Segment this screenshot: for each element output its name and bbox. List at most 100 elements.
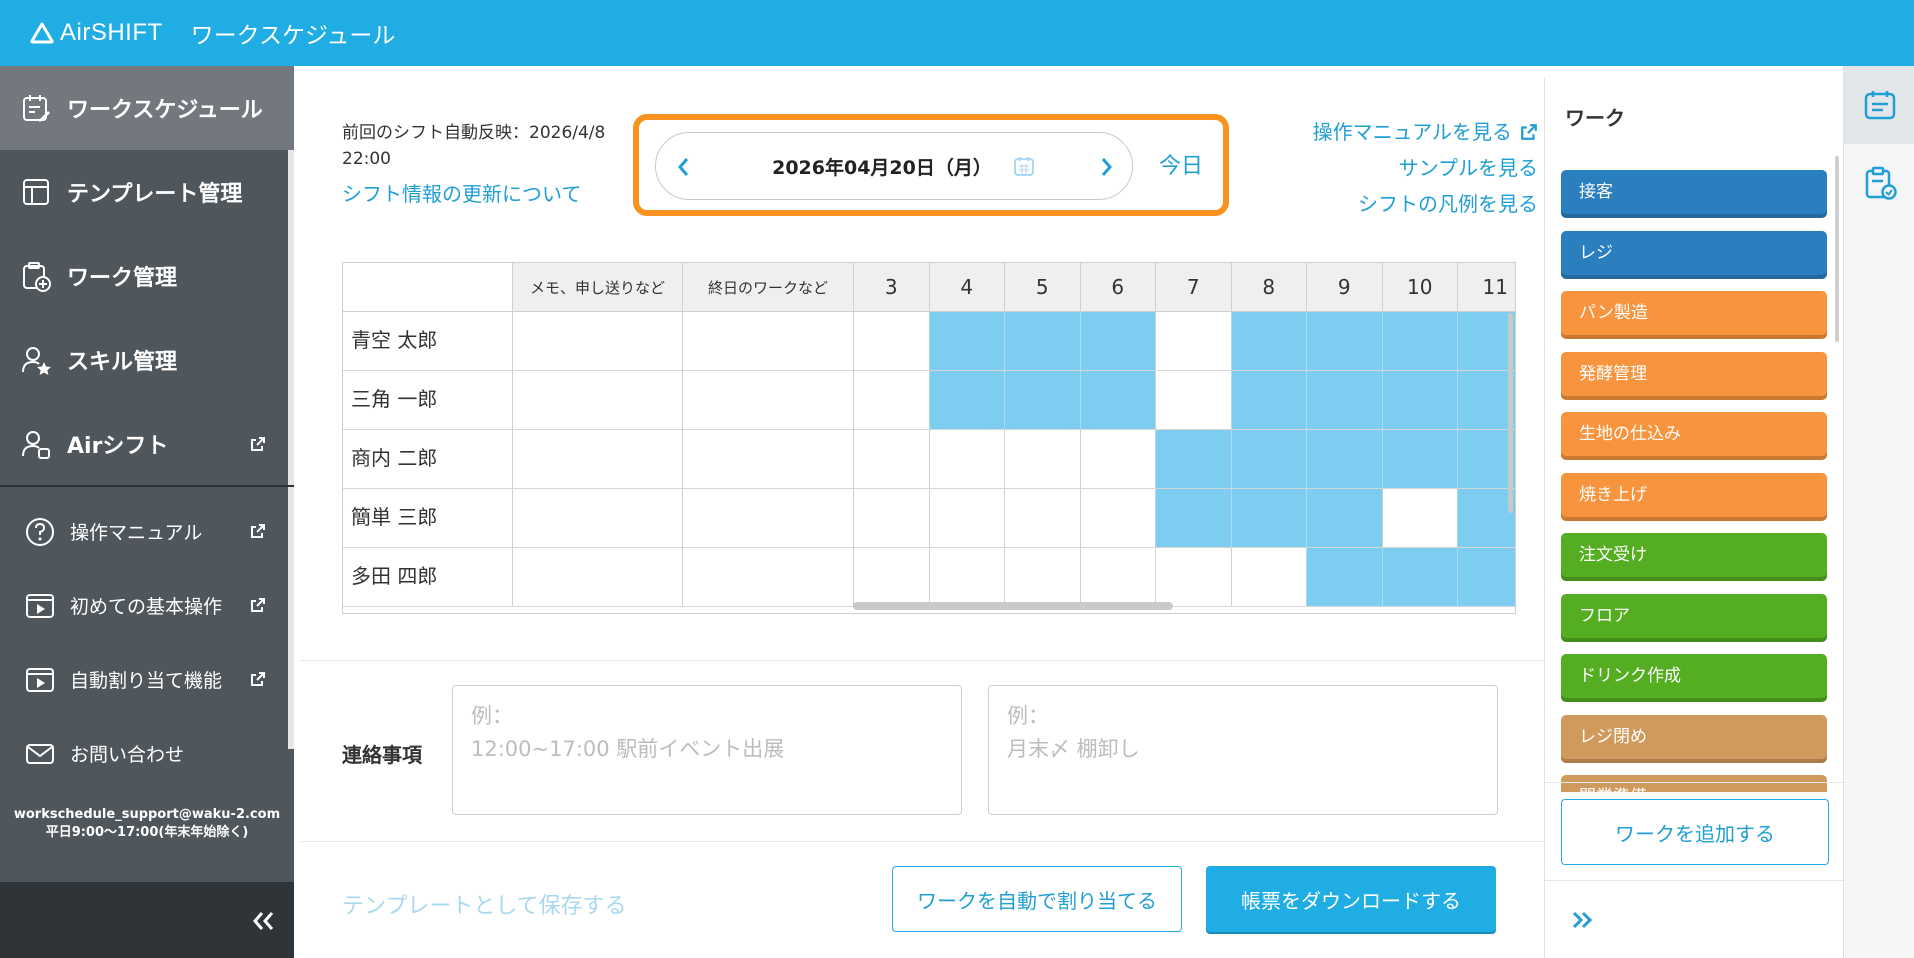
shift-cell-filled[interactable]	[1230, 371, 1306, 429]
legend-link-row[interactable]: シフトの凡例を見る	[1313, 186, 1538, 222]
work-chip[interactable]: 注文受け	[1561, 533, 1827, 581]
work-list-scrollbar[interactable]	[1835, 156, 1839, 342]
shift-cell-filled[interactable]	[1457, 548, 1515, 606]
shift-cell-empty[interactable]	[853, 430, 929, 488]
shift-cell-filled[interactable]	[1306, 548, 1382, 606]
today-button[interactable]: 今日	[1159, 148, 1203, 180]
shift-cell-filled[interactable]	[1381, 371, 1457, 429]
shift-cell-filled[interactable]	[1306, 371, 1382, 429]
work-chip[interactable]: レジ	[1561, 230, 1827, 279]
shift-cell-empty[interactable]	[1004, 548, 1080, 606]
shift-cell-filled[interactable]	[1230, 489, 1306, 547]
add-work-button[interactable]: ワークを追加する	[1561, 799, 1829, 865]
shift-cell-filled[interactable]	[1381, 430, 1457, 488]
shift-cell-empty[interactable]	[1079, 489, 1155, 547]
shift-cell-empty[interactable]	[1004, 430, 1080, 488]
auto-assign-button[interactable]: ワークを自動で割り当てる	[892, 866, 1182, 932]
manual-link[interactable]: 操作マニュアルを見る	[1313, 114, 1512, 150]
shift-cell-empty[interactable]	[1079, 548, 1155, 606]
work-chip[interactable]: 開業準備	[1561, 775, 1827, 792]
calendar-icon[interactable]	[1013, 155, 1035, 177]
shift-cell-empty[interactable]	[853, 371, 929, 429]
shift-cell-filled[interactable]	[1306, 489, 1382, 547]
shift-cell-empty[interactable]	[1155, 371, 1231, 429]
shift-cell-filled[interactable]	[928, 312, 1004, 370]
work-chip[interactable]: 発酵管理	[1561, 351, 1827, 400]
nav-item-skill-management[interactable]: スキル管理	[0, 318, 294, 402]
work-chip[interactable]: 生地の仕込み	[1561, 412, 1827, 460]
shift-cell-empty[interactable]	[1079, 430, 1155, 488]
shift-cell-filled[interactable]	[1155, 489, 1231, 547]
shift-cell-filled[interactable]	[1306, 312, 1382, 370]
memo-cell[interactable]	[512, 430, 682, 488]
memo-cell[interactable]	[512, 548, 682, 606]
shift-cell-empty[interactable]	[1155, 548, 1231, 606]
chevron-right-icon[interactable]	[1096, 155, 1116, 179]
memo-cell[interactable]	[512, 312, 682, 370]
expand-panel-icon[interactable]	[1567, 905, 1597, 935]
work-chip[interactable]: ドリンク作成	[1561, 654, 1827, 702]
collapse-sidebar-icon[interactable]	[248, 906, 278, 936]
shift-cell-filled[interactable]	[928, 371, 1004, 429]
shift-cell-filled[interactable]	[1230, 312, 1306, 370]
sub-item-contact[interactable]: お問い合わせ	[0, 716, 294, 790]
shift-cell-empty[interactable]	[1381, 489, 1457, 547]
save-as-template-button[interactable]: テンプレートとして保存する	[342, 888, 627, 920]
rail-checklist-button[interactable]	[1844, 144, 1914, 222]
shift-cell-filled[interactable]	[1381, 548, 1457, 606]
nav-item-work-management[interactable]: ワーク管理	[0, 234, 294, 318]
airshift-user-icon	[22, 431, 50, 459]
legend-link[interactable]: シフトの凡例を見る	[1358, 186, 1538, 222]
sample-link-row[interactable]: サンプルを見る	[1313, 150, 1538, 186]
sub-item-manual[interactable]: 操作マニュアル	[0, 494, 294, 568]
shift-cell-filled[interactable]	[1381, 312, 1457, 370]
allday-cell[interactable]	[682, 430, 853, 488]
memo-cell[interactable]	[512, 371, 682, 429]
allday-cell[interactable]	[682, 489, 853, 547]
sub-item-basic-operation[interactable]: 初めての基本操作	[0, 568, 294, 642]
shift-cell-empty[interactable]	[928, 430, 1004, 488]
shift-cell-empty[interactable]	[853, 489, 929, 547]
last-sync-label: 前回のシフト自動反映：2026/4/8	[342, 123, 606, 143]
work-chip[interactable]: レジ閉め	[1561, 714, 1827, 763]
nav-item-template[interactable]: テンプレート管理	[0, 150, 294, 234]
shift-cell-empty[interactable]	[853, 548, 929, 606]
note-input-2[interactable]: 例： 月末〆 棚卸し	[988, 685, 1498, 815]
shift-cell-empty[interactable]	[1230, 548, 1306, 606]
work-chip[interactable]: パン製造	[1561, 291, 1827, 339]
shift-cell-filled[interactable]	[1155, 430, 1231, 488]
grid-vertical-scrollbar[interactable]	[1508, 313, 1513, 513]
video-play-icon	[26, 668, 54, 692]
current-date[interactable]: 2026年04月20日（月）	[656, 153, 1134, 180]
download-report-button[interactable]: 帳票をダウンロードする	[1206, 866, 1496, 932]
shift-cell-filled[interactable]	[1079, 371, 1155, 429]
allday-cell[interactable]	[682, 548, 853, 606]
shift-cell-filled[interactable]	[1230, 430, 1306, 488]
work-chip[interactable]: 焼き上げ	[1561, 472, 1827, 521]
shift-cell-filled[interactable]	[1004, 371, 1080, 429]
shift-cell-empty[interactable]	[1004, 489, 1080, 547]
nav-item-work-schedule[interactable]: ワークスケジュール	[0, 66, 294, 150]
memo-cell[interactable]	[512, 489, 682, 547]
shift-cell-filled[interactable]	[1079, 312, 1155, 370]
grid-horizontal-scrollbar[interactable]	[853, 602, 1173, 610]
shift-cell-empty[interactable]	[853, 312, 929, 370]
shift-update-info-link[interactable]: シフト情報の更新について	[342, 178, 581, 207]
shift-cell-empty[interactable]	[928, 548, 1004, 606]
rail-work-list-button[interactable]	[1844, 66, 1914, 144]
shift-cell-empty[interactable]	[928, 489, 1004, 547]
manual-link-row[interactable]: 操作マニュアルを見る	[1313, 114, 1538, 150]
shift-cell-filled[interactable]	[1306, 430, 1382, 488]
work-chip[interactable]: 接客	[1561, 170, 1827, 218]
shift-cell-filled[interactable]	[1004, 312, 1080, 370]
shift-cell-empty[interactable]	[1155, 312, 1231, 370]
note-input-1[interactable]: 例： 12:00~17:00 駅前イベント出展	[452, 685, 962, 815]
allday-cell[interactable]	[682, 371, 853, 429]
sub-item-auto-assign[interactable]: 自動割り当て機能	[0, 642, 294, 716]
nav-item-airshift[interactable]: Airシフト	[0, 402, 294, 486]
allday-cell[interactable]	[682, 312, 853, 370]
work-chip[interactable]: フロア	[1561, 593, 1827, 642]
sample-link[interactable]: サンプルを見る	[1399, 150, 1538, 186]
hour-column-header: 6	[1079, 263, 1155, 311]
airshift-logo[interactable]: AirSHIFT	[30, 19, 163, 47]
